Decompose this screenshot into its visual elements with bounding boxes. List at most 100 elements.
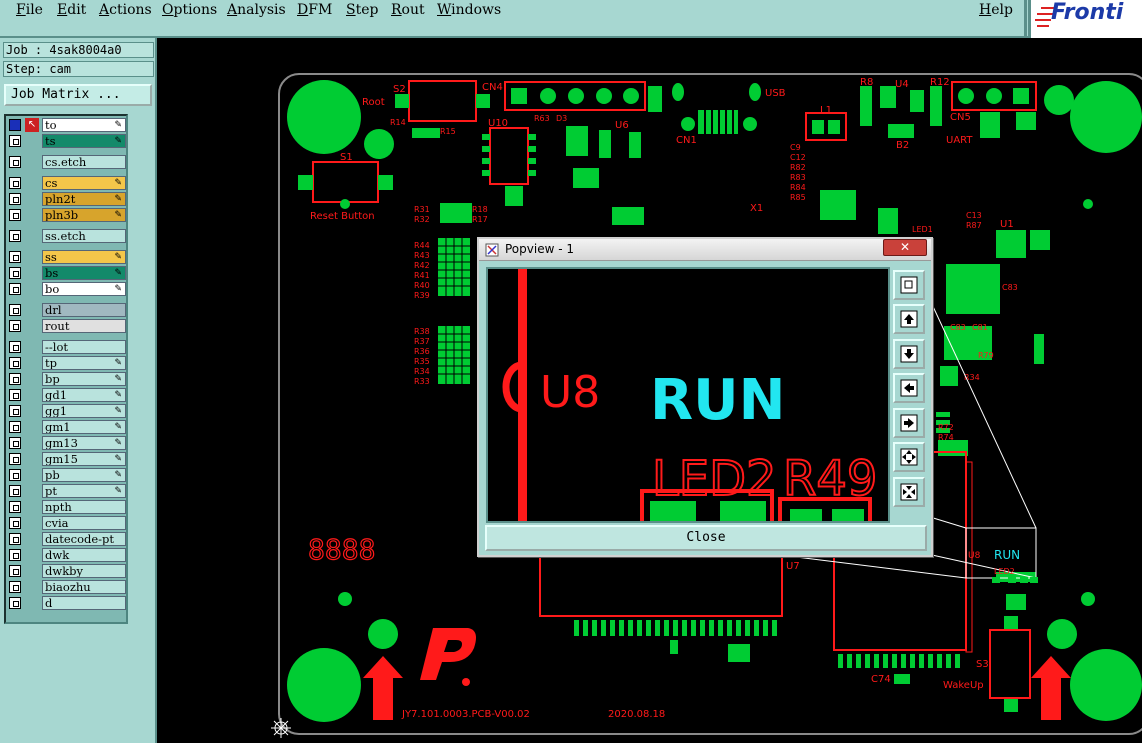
- silk-s3: S3: [976, 659, 989, 670]
- layer-row-pb[interactable]: pb ✎: [8, 468, 126, 482]
- layer-row-drl[interactable]: drl: [8, 303, 126, 317]
- menu-edit[interactable]: Edit: [57, 2, 86, 18]
- layer-row-tp[interactable]: tp ✎: [8, 356, 126, 370]
- menu-windows[interactable]: Windows: [437, 2, 501, 18]
- svg-text:C83: C83: [1002, 283, 1018, 292]
- layer-checkbox[interactable]: [9, 177, 21, 189]
- layer-row-bp[interactable]: bp ✎: [8, 372, 126, 386]
- menu-file[interactable]: File: [16, 2, 43, 18]
- window-close-button[interactable]: ✕: [883, 239, 927, 256]
- layer-checkbox[interactable]: [9, 581, 21, 593]
- layer-checkbox[interactable]: [9, 469, 21, 481]
- zoom-in-button[interactable]: [893, 442, 925, 472]
- layer-checkbox[interactable]: [9, 405, 21, 417]
- silk-u7: U7: [786, 561, 800, 572]
- edit-pen-icon: ✎: [114, 136, 122, 146]
- zoom-out-button[interactable]: [893, 477, 925, 507]
- pan-down-button[interactable]: [893, 339, 925, 369]
- pan-up-button[interactable]: [893, 304, 925, 334]
- layer-row-pln2t[interactable]: pln2t ✎: [8, 192, 126, 206]
- menu-divider: [1024, 0, 1027, 38]
- pan-right-button[interactable]: [893, 408, 925, 438]
- layer-row-rout[interactable]: rout: [8, 319, 126, 333]
- layer-row-npth[interactable]: npth: [8, 500, 126, 514]
- layer-name: rout: [42, 319, 126, 333]
- layer-checkbox[interactable]: [9, 230, 21, 242]
- layer-row-cvia[interactable]: cvia: [8, 516, 126, 530]
- layer-row-datecode-pt[interactable]: datecode-pt: [8, 532, 126, 546]
- layer-checkbox[interactable]: [9, 373, 21, 385]
- layer-checkbox[interactable]: [9, 421, 21, 433]
- layer-checkbox[interactable]: [9, 357, 21, 369]
- layer-checkbox[interactable]: [9, 156, 21, 168]
- layer-name: datecode-pt: [42, 532, 126, 546]
- layer-checkbox[interactable]: [9, 283, 21, 295]
- edit-pen-icon: ✎: [114, 374, 122, 384]
- layer-row-dwkby[interactable]: dwkby: [8, 564, 126, 578]
- svg-text:R32: R32: [414, 215, 430, 224]
- layer-row-gm15[interactable]: gm15 ✎: [8, 452, 126, 466]
- layer-row-ss[interactable]: ss ✎: [8, 250, 126, 264]
- layer-checkbox[interactable]: [9, 251, 21, 263]
- edit-pen-icon: ✎: [114, 120, 122, 130]
- layer-checkbox[interactable]: [9, 320, 21, 332]
- menu-step[interactable]: Step: [346, 2, 378, 18]
- layer-checkbox[interactable]: [9, 453, 21, 465]
- menu-rout[interactable]: Rout: [391, 2, 425, 18]
- layer-row-cs-etch[interactable]: cs.etch: [8, 155, 126, 169]
- layer-checkbox[interactable]: [9, 517, 21, 529]
- layer-row-gm1[interactable]: gm1 ✎: [8, 420, 126, 434]
- popview-zoom-view[interactable]: U8 RUN LED2 R49: [486, 267, 890, 523]
- menu-help[interactable]: Help: [979, 2, 1013, 18]
- active-layer-marker: [9, 119, 21, 131]
- svg-text:R85: R85: [790, 193, 806, 202]
- layer-checkbox[interactable]: [9, 485, 21, 497]
- layer-name: cvia: [42, 516, 126, 530]
- menu-dfm[interactable]: DFM: [297, 2, 332, 18]
- close-button[interactable]: Close: [485, 525, 927, 551]
- layer-name: --lot: [42, 340, 126, 354]
- layer-checkbox[interactable]: [9, 597, 21, 609]
- layer-checkbox[interactable]: [9, 533, 21, 545]
- silk-u1: U1: [1000, 219, 1014, 230]
- layer-checkbox[interactable]: [9, 389, 21, 401]
- layer-row-gg1[interactable]: gg1 ✎: [8, 404, 126, 418]
- mount-hole-tr: [1070, 81, 1142, 153]
- layer-row-to[interactable]: ↖ to ✎: [8, 118, 126, 132]
- popview-titlebar[interactable]: Popview - 1 ✕: [479, 239, 931, 261]
- layer-row-gd1[interactable]: gd1 ✎: [8, 388, 126, 402]
- layer-checkbox[interactable]: [9, 193, 21, 205]
- layer-row-gm13[interactable]: gm13 ✎: [8, 436, 126, 450]
- layer-row-cs[interactable]: cs ✎: [8, 176, 126, 190]
- layer-checkbox[interactable]: [9, 304, 21, 316]
- layer-row-biaozhu[interactable]: biaozhu: [8, 580, 126, 594]
- menu-actions[interactable]: Actions: [99, 2, 152, 18]
- zoom-home-button[interactable]: [893, 270, 925, 300]
- layer-checkbox[interactable]: [9, 267, 21, 279]
- layer-row-ss-etch[interactable]: ss.etch: [8, 229, 126, 243]
- layer-row-lot[interactable]: --lot: [8, 340, 126, 354]
- layer-checkbox[interactable]: [9, 209, 21, 221]
- layer-checkbox[interactable]: [9, 549, 21, 561]
- layer-row-pln3b[interactable]: pln3b ✎: [8, 208, 126, 222]
- menu-analysis[interactable]: Analysis: [227, 2, 286, 18]
- layer-checkbox[interactable]: [9, 437, 21, 449]
- window-app-icon: [485, 243, 499, 257]
- layer-row-bs[interactable]: bs ✎: [8, 266, 126, 280]
- layer-row-ts[interactable]: ts ✎: [8, 134, 126, 148]
- layer-row-dwk[interactable]: dwk: [8, 548, 126, 562]
- layer-row-pt[interactable]: pt ✎: [8, 484, 126, 498]
- layer-checkbox[interactable]: [9, 565, 21, 577]
- layer-row-bo[interactable]: bo ✎: [8, 282, 126, 296]
- edit-pen-icon: ✎: [114, 194, 122, 204]
- pan-left-button[interactable]: [893, 373, 925, 403]
- menu-options[interactable]: Options: [162, 2, 217, 18]
- edit-pen-icon: ✎: [114, 438, 122, 448]
- layer-row-d[interactable]: d: [8, 596, 126, 610]
- edit-pen-icon: ✎: [114, 486, 122, 496]
- layer-checkbox[interactable]: [9, 501, 21, 513]
- layer-checkbox[interactable]: [9, 341, 21, 353]
- edit-pen-icon: ✎: [114, 252, 122, 262]
- layer-checkbox[interactable]: [9, 135, 21, 147]
- job-matrix-button[interactable]: Job Matrix ...: [4, 84, 152, 106]
